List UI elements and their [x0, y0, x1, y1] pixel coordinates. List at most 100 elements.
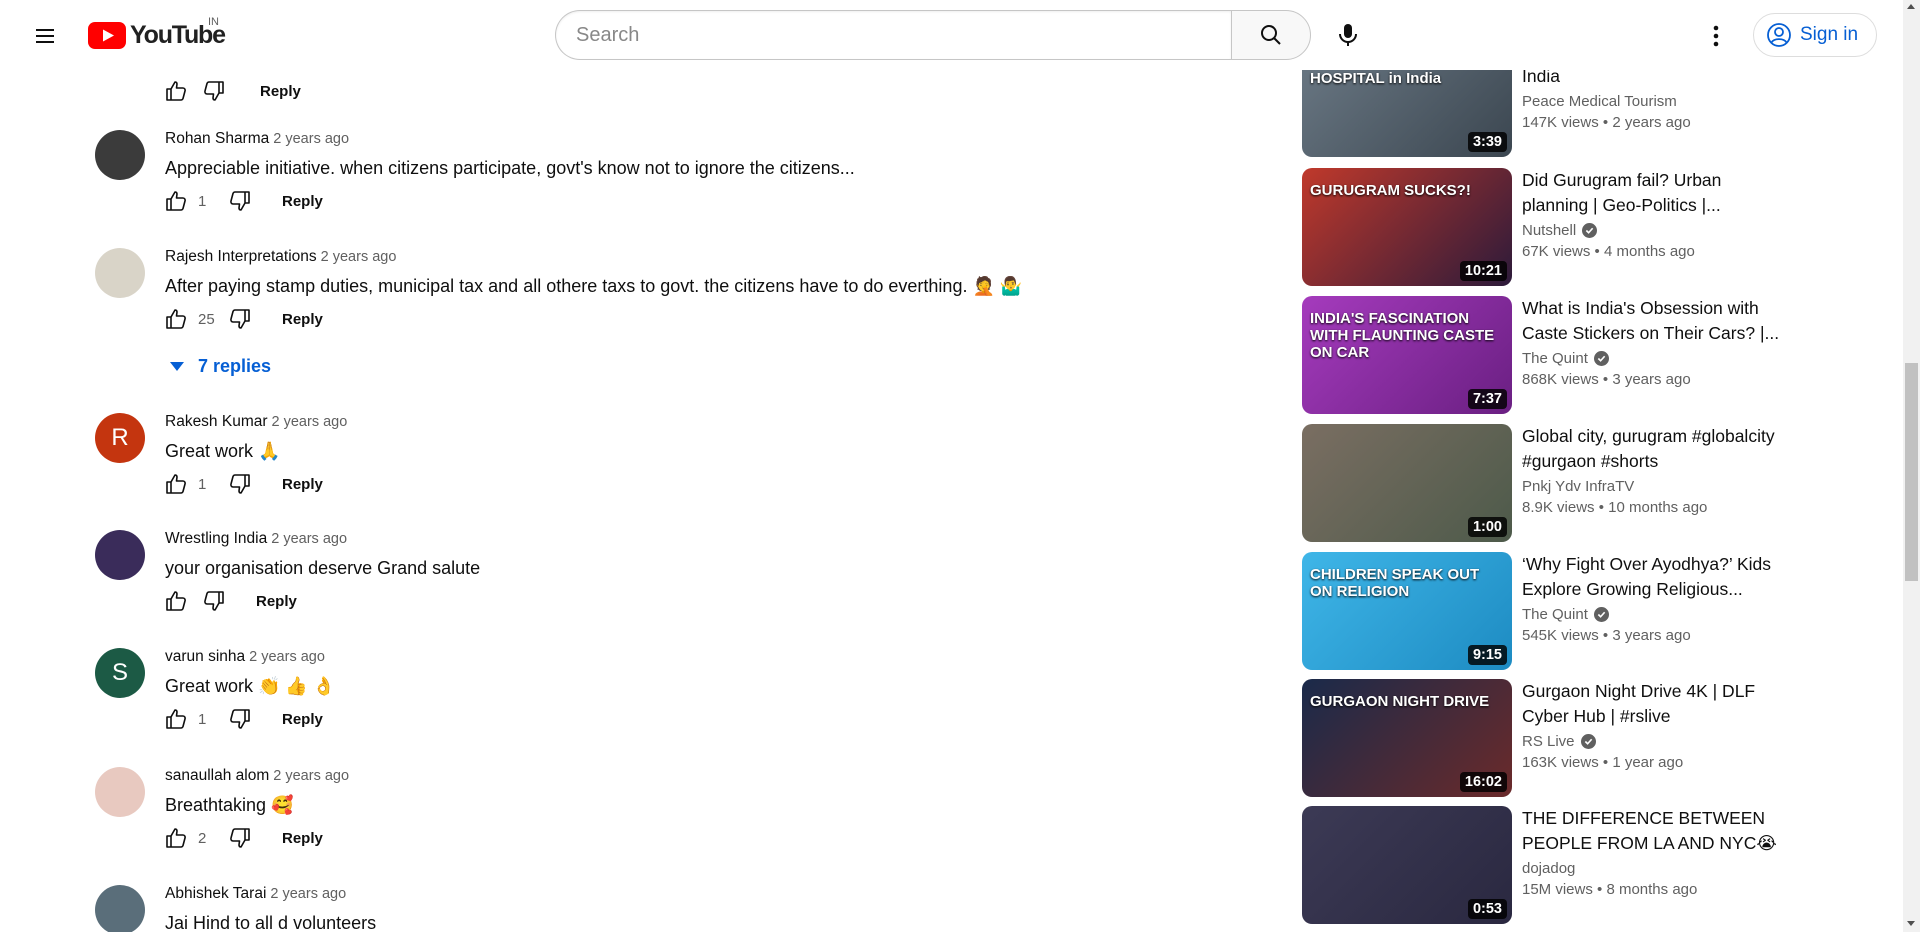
search-icon — [1261, 25, 1281, 45]
reply-button[interactable]: Reply — [282, 711, 323, 728]
dislike-button[interactable] — [226, 705, 254, 733]
channel-row: The Quint — [1522, 350, 1782, 367]
upload-age: 2 years ago — [1612, 114, 1691, 131]
video-thumbnail[interactable]: INDIA'S FASCINATION WITH FLAUNTING CASTE… — [1302, 296, 1512, 414]
like-button[interactable] — [162, 305, 190, 333]
video-duration: 9:15 — [1467, 645, 1507, 665]
sign-in-label: Sign in — [1800, 24, 1859, 45]
dislike-button[interactable] — [226, 187, 254, 215]
comment-header: Rakesh Kumar 2 years ago — [165, 413, 347, 431]
comment-time[interactable]: 2 years ago — [270, 886, 346, 902]
reply-button[interactable]: Reply — [282, 193, 323, 210]
video-thumbnail[interactable]: 0:53 — [1302, 806, 1512, 924]
scroll-up-arrow-icon[interactable] — [1907, 4, 1915, 9]
recommended-video[interactable]: 0:53 THE DIFFERENCE BETWEEN PEOPLE FROM L… — [1302, 806, 1782, 924]
dislike-button[interactable] — [226, 824, 254, 852]
page-scrollbar[interactable] — [1903, 0, 1920, 932]
reply-button[interactable]: Reply — [256, 593, 297, 610]
thumbnail-caption: INDIA'S FASCINATION WITH FLAUNTING CASTE… — [1310, 310, 1495, 361]
avatar[interactable] — [95, 248, 145, 298]
channel-name[interactable]: The Quint — [1522, 606, 1588, 623]
like-button[interactable] — [162, 705, 190, 733]
scrollbar-thumb[interactable] — [1905, 363, 1918, 581]
meta-separator: • — [1598, 371, 1613, 388]
comment-time[interactable]: 2 years ago — [249, 649, 325, 665]
video-thumbnail[interactable]: GURUGRAM SUCKS?! 10:21 — [1302, 168, 1512, 286]
channel-name[interactable]: The Quint — [1522, 350, 1588, 367]
recommended-video[interactable]: 1:00 Global city, gurugram #globalcity #g… — [1302, 424, 1782, 542]
voice-search-button[interactable] — [1323, 10, 1373, 60]
comment-time[interactable]: 2 years ago — [273, 768, 349, 784]
like-button[interactable] — [162, 587, 190, 615]
comment-text: Great work 👏 👍 👌 — [165, 676, 336, 696]
comment-text: Breathtaking 🥰 — [165, 795, 294, 815]
video-title[interactable]: Global city, gurugram #globalcity #gurga… — [1522, 424, 1782, 474]
meta-separator: • — [1590, 243, 1604, 260]
channel-name[interactable]: RS Live — [1522, 733, 1575, 750]
channel-name[interactable]: Peace Medical Tourism — [1522, 93, 1677, 110]
avatar[interactable] — [95, 530, 145, 580]
like-button[interactable] — [162, 187, 190, 215]
video-thumbnail[interactable]: 1:00 — [1302, 424, 1512, 542]
video-title[interactable]: ‘Why Fight Over Ayodhya?’ Kids Explore G… — [1522, 552, 1782, 602]
video-duration: 1:00 — [1467, 517, 1507, 537]
channel-name[interactable]: Pnkj Ydv InfraTV — [1522, 478, 1634, 495]
dislike-button[interactable] — [226, 470, 254, 498]
video-title[interactable]: Did Gurugram fail? Urban planning | Geo-… — [1522, 168, 1782, 218]
comment-author[interactable]: sanaullah alom — [165, 767, 269, 784]
recommended-video[interactable]: INDIA'S FASCINATION WITH FLAUNTING CASTE… — [1302, 296, 1782, 414]
comment-author[interactable]: Wrestling India — [165, 530, 267, 547]
video-title[interactable]: THE DIFFERENCE BETWEEN PEOPLE FROM LA AN… — [1522, 806, 1782, 856]
reply-button[interactable]: Reply — [260, 83, 301, 100]
video-title[interactable]: What is India's Obsession with Caste Sti… — [1522, 296, 1782, 346]
menu-button[interactable] — [24, 15, 66, 57]
avatar[interactable] — [95, 885, 145, 932]
comment-author[interactable]: Rajesh Interpretations — [165, 248, 317, 265]
scroll-down-arrow-icon[interactable] — [1907, 921, 1915, 926]
thumbs-up-icon — [166, 591, 186, 611]
reply-button[interactable]: Reply — [282, 476, 323, 493]
dislike-button[interactable] — [200, 77, 228, 105]
video-thumbnail[interactable]: CHILDREN SPEAK OUT ON RELIGION 9:15 — [1302, 552, 1512, 670]
comment-time[interactable]: 2 years ago — [321, 249, 397, 265]
youtube-logo[interactable]: YouTube IN — [88, 16, 226, 50]
recommended-video[interactable]: GURUGRAM SUCKS?! 10:21 Did Gurugram fail? … — [1302, 168, 1782, 286]
comment-time[interactable]: 2 years ago — [272, 414, 348, 430]
reply-button[interactable]: Reply — [282, 311, 323, 328]
reply-button[interactable]: Reply — [282, 830, 323, 847]
avatar-initial: R — [111, 424, 129, 451]
avatar[interactable] — [95, 767, 145, 817]
like-button[interactable] — [162, 470, 190, 498]
comment-actions: 1 Reply — [162, 186, 323, 216]
like-button[interactable] — [162, 824, 190, 852]
comment-time[interactable]: 2 years ago — [273, 131, 349, 147]
channel-name[interactable]: dojadog — [1522, 860, 1575, 877]
more-vertical-icon — [1713, 25, 1719, 47]
comment-author[interactable]: Rohan Sharma — [165, 130, 269, 147]
search-button[interactable] — [1231, 10, 1311, 60]
comment-author[interactable]: varun sinha — [165, 648, 245, 665]
avatar[interactable]: S — [95, 648, 145, 698]
channel-row: The Quint — [1522, 606, 1782, 623]
like-button[interactable] — [162, 77, 190, 105]
comment-author[interactable]: Abhishek Tarai — [165, 885, 266, 902]
settings-more-button[interactable] — [1695, 15, 1737, 57]
recommended-video[interactable]: GURGAON NIGHT DRIVE 16:02 Gurgaon Night Dr… — [1302, 679, 1782, 797]
video-title[interactable]: Gurgaon Night Drive 4K | DLF Cyber Hub |… — [1522, 679, 1782, 729]
avatar[interactable] — [95, 130, 145, 180]
recommended-video[interactable]: CHILDREN SPEAK OUT ON RELIGION 9:15 ‘Why F… — [1302, 552, 1782, 670]
comment-author[interactable]: Rakesh Kumar — [165, 413, 268, 430]
thumbs-down-icon — [230, 191, 250, 211]
video-thumbnail[interactable]: GURGAON NIGHT DRIVE 16:02 — [1302, 679, 1512, 797]
search-input[interactable] — [576, 23, 1231, 47]
dislike-button[interactable] — [200, 587, 228, 615]
channel-name[interactable]: Nutshell — [1522, 222, 1576, 239]
sign-in-button[interactable]: Sign in — [1753, 13, 1878, 57]
view-replies-button[interactable]: 7 replies — [170, 356, 271, 377]
dislike-button[interactable] — [226, 305, 254, 333]
comment-time[interactable]: 2 years ago — [271, 531, 347, 547]
thumbnail-caption: GURGAON NIGHT DRIVE — [1310, 693, 1490, 710]
video-info: Global city, gurugram #globalcity #gurga… — [1522, 424, 1782, 516]
meta-separator: • — [1592, 881, 1607, 898]
avatar[interactable]: R — [95, 413, 145, 463]
